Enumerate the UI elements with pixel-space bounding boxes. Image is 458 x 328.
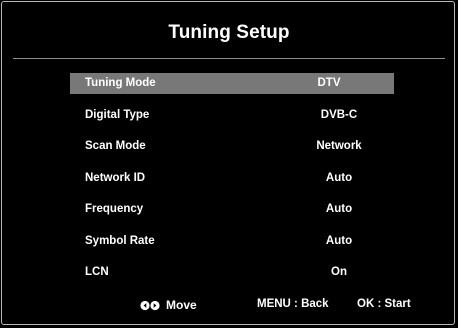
menu-item-frequency[interactable]: Frequency Auto bbox=[70, 199, 394, 220]
menu-item-digital-type[interactable]: Digital Type DVB-C bbox=[70, 105, 394, 126]
menu-item-value: Auto bbox=[325, 171, 353, 184]
menu-item-value: On bbox=[331, 266, 347, 278]
menu-item-label: LCN bbox=[85, 266, 109, 278]
menu-item-value: Auto bbox=[325, 203, 353, 215]
menu-item-value: Auto bbox=[325, 234, 353, 247]
settings-list: Tuning Mode DTV Digital Type DVB-C Scan … bbox=[70, 73, 394, 294]
footer-hints: Move MENU : Back OK : Start bbox=[0, 296, 458, 316]
menu-item-label: Tuning Mode bbox=[85, 77, 156, 89]
left-right-arrows-icon bbox=[140, 300, 160, 311]
menu-item-symbol-rate[interactable]: Symbol Rate Auto bbox=[70, 231, 394, 252]
back-hint: MENU : Back bbox=[257, 298, 329, 310]
title-divider bbox=[13, 58, 445, 59]
menu-item-tuning-mode[interactable]: Tuning Mode DTV bbox=[70, 73, 394, 94]
menu-item-scan-mode[interactable]: Scan Mode Network bbox=[70, 136, 394, 157]
menu-item-value: Network bbox=[316, 140, 362, 152]
menu-item-network-id[interactable]: Network ID Auto bbox=[70, 168, 394, 189]
menu-item-label: Digital Type bbox=[85, 108, 150, 121]
menu-item-lcn[interactable]: LCN On bbox=[70, 262, 394, 283]
menu-item-label: Scan Mode bbox=[85, 140, 146, 152]
menu-item-value: DVB-C bbox=[320, 108, 358, 121]
menu-item-label: Frequency bbox=[85, 203, 144, 215]
page-title: Tuning Setup bbox=[168, 22, 290, 43]
menu-item-label: Symbol Rate bbox=[85, 234, 155, 247]
start-hint: OK : Start bbox=[357, 298, 411, 310]
move-hint: Move bbox=[166, 298, 197, 312]
menu-item-label: Network ID bbox=[85, 171, 146, 184]
menu-item-value: DTV bbox=[317, 77, 341, 89]
